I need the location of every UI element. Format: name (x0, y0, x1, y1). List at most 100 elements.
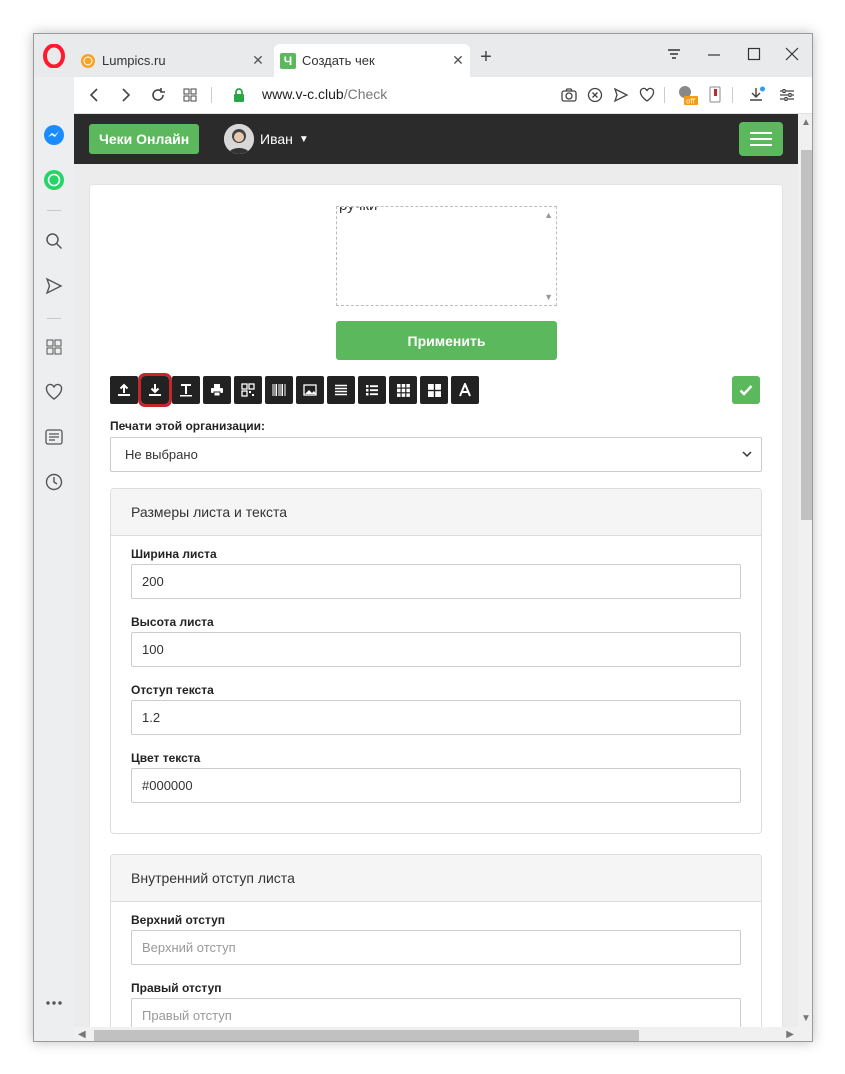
close-window-button[interactable] (772, 42, 812, 66)
divider (732, 87, 733, 103)
horizontal-scrollbar[interactable]: ◀ ▶ (74, 1027, 798, 1041)
qr-icon[interactable] (234, 376, 262, 404)
image-icon[interactable] (296, 376, 324, 404)
history-clock-icon[interactable] (42, 470, 66, 494)
grid2-icon[interactable] (420, 376, 448, 404)
sheet-width-input[interactable]: 200 (131, 564, 741, 599)
reload-button[interactable] (146, 83, 170, 107)
field-label-width: Ширина листа (131, 547, 217, 561)
user-name: Иван (260, 131, 293, 147)
vpn-off-icon[interactable]: off (676, 84, 698, 106)
field-label-text-indent: Отступ текста (131, 683, 214, 697)
back-button[interactable] (82, 83, 106, 107)
lumpics-favicon-icon (81, 53, 95, 68)
news-icon[interactable] (42, 425, 66, 449)
divider (211, 87, 212, 103)
brand-button[interactable]: Чеки Онлайн (89, 124, 200, 154)
scroll-up-icon[interactable]: ▲ (544, 210, 553, 220)
svg-text:off: off (686, 98, 695, 106)
tab-lumpics[interactable]: Lumpics.ru ✕ (74, 44, 270, 77)
downloads-icon[interactable] (746, 84, 768, 106)
search-icon[interactable] (42, 229, 66, 253)
url-path: /Check (343, 86, 388, 102)
vertical-scrollbar[interactable]: ▲ ▼ (798, 114, 812, 1027)
tab-menu-icon[interactable] (654, 42, 694, 66)
stamp-label: Печати этой организации: (110, 419, 266, 433)
heart-icon[interactable] (636, 84, 658, 106)
top-padding-input[interactable]: Верхний отступ (131, 930, 741, 965)
download-icon[interactable] (138, 373, 172, 407)
field-label-text-color: Цвет текста (131, 751, 201, 765)
tab-title: Создать чек (302, 53, 375, 68)
lock-icon[interactable] (232, 87, 246, 103)
field-label-right-padding: Правый отступ (131, 981, 222, 995)
address-bar-row: www.v-c.club/Check off (74, 77, 812, 114)
extension-icon[interactable] (704, 84, 726, 106)
panel-title: Внутренний отступ листа (111, 855, 761, 902)
stamp-select[interactable]: Не выбрано (110, 437, 762, 472)
forward-button[interactable] (114, 83, 138, 107)
horizontal-scroll-thumb[interactable] (94, 1030, 639, 1041)
text-icon[interactable] (172, 376, 200, 404)
stamp-select-value: Не выбрано (125, 447, 198, 462)
tab-strip: Lumpics.ru ✕ Ч Создать чек ✕ + (34, 34, 812, 77)
font-icon[interactable] (451, 376, 479, 404)
snapshot-icon[interactable] (558, 84, 580, 106)
divider (664, 87, 665, 103)
barcode-icon[interactable] (265, 376, 293, 404)
align-icon[interactable] (327, 376, 355, 404)
minimize-button[interactable] (694, 42, 734, 66)
speed-dial-sidebar-icon[interactable] (42, 335, 66, 359)
confirm-check-button[interactable] (732, 376, 760, 404)
text-indent-input[interactable]: 1.2 (131, 700, 741, 735)
hamburger-menu-button[interactable] (739, 122, 783, 156)
vertical-scroll-thumb[interactable] (801, 150, 812, 520)
maximize-button[interactable] (734, 42, 774, 66)
flow-send-icon[interactable] (42, 274, 66, 298)
url-host: www.v-c.club (262, 86, 344, 102)
opera-logo-icon[interactable] (43, 44, 65, 68)
tab-close-icon[interactable]: ✕ (446, 52, 470, 69)
url-field[interactable]: www.v-c.club/Check (262, 86, 387, 102)
avatar (224, 124, 254, 154)
apply-button[interactable]: Применить (336, 321, 557, 360)
list-icon[interactable] (358, 376, 386, 404)
check-editor-card: ручки ▲ ▼ Применить (89, 184, 783, 1041)
bookmarks-heart-icon[interactable] (42, 380, 66, 404)
editor-toolbar (110, 373, 479, 407)
site-navbar: Чеки Онлайн Иван ▼ (74, 114, 798, 164)
scroll-down-icon[interactable]: ▼ (801, 1013, 811, 1024)
vc-favicon-icon: Ч (280, 52, 296, 69)
speed-dial-icon[interactable] (178, 83, 202, 107)
send-icon[interactable] (610, 84, 632, 106)
sheet-height-input[interactable]: 100 (131, 632, 741, 667)
scroll-down-icon[interactable]: ▼ (544, 292, 553, 302)
adblock-icon[interactable] (584, 84, 606, 106)
messenger-icon[interactable] (42, 123, 66, 147)
scroll-right-icon[interactable]: ▶ (786, 1029, 794, 1040)
sidebar-divider (47, 318, 61, 319)
caret-down-icon: ▼ (298, 133, 309, 145)
sidebar (34, 77, 74, 1041)
upload-icon[interactable] (110, 376, 138, 404)
scroll-up-icon[interactable]: ▲ (801, 117, 811, 128)
whatsapp-icon[interactable] (42, 168, 66, 192)
tab-create-check[interactable]: Ч Создать чек ✕ (274, 44, 470, 77)
tab-title: Lumpics.ru (102, 53, 166, 68)
grid3-icon[interactable] (389, 376, 417, 404)
panel-sheet-padding: Внутренний отступ листа Верхний отступ В… (110, 854, 762, 1041)
field-label-top-padding: Верхний отступ (131, 913, 226, 927)
page-viewport: Чеки Онлайн Иван ▼ ручки ▲ ▼ Применить (74, 114, 812, 1041)
new-tab-button[interactable]: + (474, 46, 498, 70)
textarea-text: ручки (339, 207, 377, 214)
text-color-input[interactable]: #000000 (131, 768, 741, 803)
check-textarea[interactable]: ручки ▲ ▼ (336, 206, 557, 306)
tab-close-icon[interactable]: ✕ (246, 52, 270, 69)
sidebar-divider (47, 210, 61, 211)
easy-setup-icon[interactable] (776, 84, 798, 106)
print-icon[interactable] (203, 376, 231, 404)
scroll-left-icon[interactable]: ◀ (78, 1029, 86, 1040)
user-menu[interactable]: Иван ▼ (224, 124, 309, 154)
chevron-down-icon (742, 451, 752, 458)
more-icon[interactable] (42, 991, 66, 1015)
